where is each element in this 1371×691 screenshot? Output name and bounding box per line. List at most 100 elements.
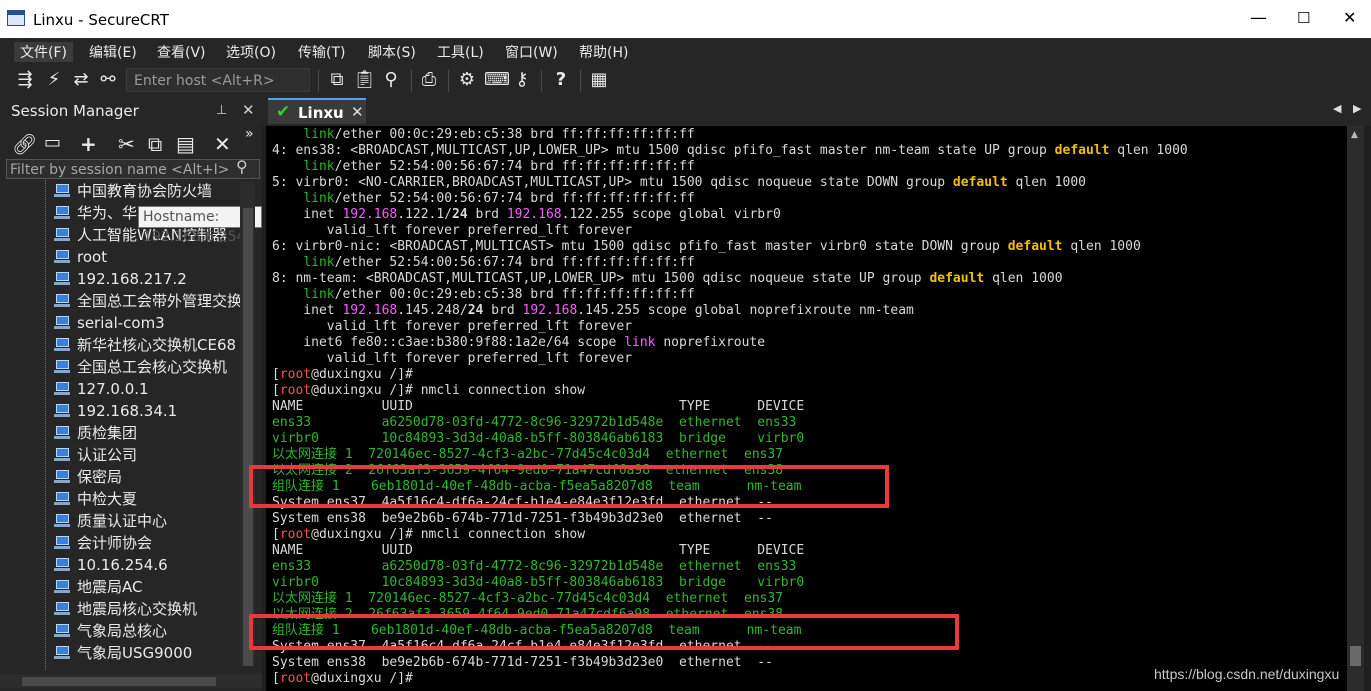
sftp-icon[interactable]: ▦	[588, 69, 610, 91]
menu-script[interactable]: 脚本(S)	[368, 42, 416, 62]
session-item[interactable]: 会计师协会	[54, 532, 240, 554]
session-item[interactable]: 地震局核心交换机	[54, 598, 240, 620]
computer-icon	[54, 492, 70, 505]
panel-close-icon[interactable]: ✕	[242, 101, 255, 119]
session-item[interactable]: 质量认证中心	[54, 510, 240, 532]
cut-icon[interactable]: ✂	[118, 132, 135, 156]
session-item[interactable]: 气象局总核心	[54, 620, 240, 642]
computer-icon	[54, 184, 70, 197]
menu-edit[interactable]: 编辑(E)	[89, 42, 137, 62]
find-icon[interactable]: ⚲	[380, 69, 402, 91]
terminal-line: virbr0 10c84893-3d3d-40a8-b5ff-803846ab6…	[272, 575, 805, 590]
session-item[interactable]: 192.168.34.1	[54, 400, 240, 422]
tree-connector	[45, 180, 47, 670]
window-title: Linxu - SecureCRT	[33, 11, 169, 29]
link-icon[interactable]: 🔗︎	[12, 132, 37, 156]
computer-icon	[54, 580, 70, 593]
session-tab-bar: ✔ Linxu ✕ ◀ ▶	[262, 96, 1371, 126]
tab-close-icon[interactable]: ✕	[351, 103, 364, 121]
keymap-icon[interactable]: ⌨	[484, 69, 510, 91]
reconnect-icon[interactable]: ⇄	[70, 69, 92, 91]
tab-scroll-left-icon[interactable]: ◀	[1333, 102, 1341, 115]
highlight-box	[249, 614, 959, 650]
toolbar-separator	[541, 70, 542, 92]
menu-help[interactable]: 帮助(H)	[579, 42, 628, 62]
paste-icon[interactable]: 📋︎	[353, 69, 376, 91]
session-item[interactable]: 气象局USG9000	[54, 642, 240, 664]
session-item[interactable]: 地震局AC	[54, 576, 240, 598]
settings-gear-icon[interactable]: ⚙	[456, 69, 478, 91]
terminal-output[interactable]: link/ether 00:0c:29:eb:c5:38 brd ff:ff:f…	[266, 126, 1347, 691]
session-item[interactable]: 10.16.254.6	[54, 554, 240, 576]
terminal-line: System ens38 be9e2b6b-674b-771d-7251-f3b…	[272, 511, 773, 526]
close-button[interactable]: ✕	[1343, 8, 1356, 27]
session-item[interactable]: 中检大夏	[54, 488, 240, 510]
terminal-line: 以太网连接 1 720146ec-8527-4cf3-a2bc-77d45c4c…	[272, 447, 784, 462]
session-item[interactable]: 127.0.0.1	[54, 378, 240, 400]
menu-transfer[interactable]: 传输(T)	[298, 42, 345, 62]
session-tree-scroll-thumb[interactable]	[243, 208, 253, 666]
help-icon[interactable]: ?	[550, 69, 572, 91]
session-item[interactable]: 新华社核心交换机CE68	[54, 334, 240, 356]
terminal-line: inet6 fe80::c3ae:b380:9f88:1a2e/64 scope…	[272, 335, 766, 350]
add-session-icon[interactable]: +	[80, 132, 97, 156]
tab-linxu[interactable]: ✔ Linxu ✕	[268, 98, 366, 124]
maximize-button[interactable]: ☐	[1297, 9, 1310, 27]
search-icon[interactable]: ⚲	[236, 157, 248, 176]
session-filter-input[interactable]: Filter by session name <Alt+I>	[6, 159, 260, 179]
copy-icon[interactable]: ⧉	[326, 69, 348, 91]
session-item[interactable]: 中国教育协会防火墙	[54, 180, 240, 202]
delete-session-icon[interactable]: ✕	[214, 132, 231, 156]
terminal-line: link/ether 00:0c:29:eb:c5:38 brd ff:ff:f…	[303, 287, 695, 302]
terminal-line: [root@duxingxu /]#	[272, 671, 413, 686]
session-item[interactable]: 全国总工会核心交换机	[54, 356, 240, 378]
terminal-line: [root@duxingxu /]#	[272, 367, 413, 382]
terminal-line: 8: nm-team: <BROADCAST,MULTICAST,UP,LOWE…	[272, 271, 1063, 286]
toolbar: ⇶ ⚡ ⇄ ⚯ Enter host <Alt+R> ⧉ 📋︎ ⚲ ⎙ ⚙ ⌨ …	[0, 64, 1371, 96]
print-icon[interactable]: ⎙	[418, 69, 440, 91]
session-item[interactable]: 192.168.217.2	[54, 268, 240, 290]
more-tools-icon[interactable]: »	[245, 126, 254, 142]
computer-icon	[54, 558, 70, 571]
terminal-line: 4: ens38: <BROADCAST,MULTICAST,UP,LOWER_…	[272, 143, 1188, 158]
connect-icon[interactable]: ⇶	[14, 69, 36, 91]
menu-options[interactable]: 选项(O)	[226, 42, 276, 62]
key-icon[interactable]: ⚷	[511, 69, 533, 91]
toolbar-separator	[411, 70, 412, 92]
terminal-scrollbar[interactable]: ▲	[1347, 126, 1364, 691]
terminal-scroll-thumb[interactable]	[1350, 646, 1361, 666]
menu-file[interactable]: 文件(F)	[14, 42, 73, 62]
terminal-line: inet 192.168.145.248/24 brd 192.168.145.…	[272, 303, 914, 318]
terminal-line: NAME UUID TYPE DEVICE	[272, 543, 805, 558]
menu-tools[interactable]: 工具(L)	[437, 42, 484, 62]
session-window-icon[interactable]: ▭	[44, 132, 61, 153]
paste-session-icon[interactable]: ▤	[176, 132, 195, 156]
session-item[interactable]: 保密局	[54, 466, 240, 488]
toolbar-separator	[448, 70, 449, 92]
menu-view[interactable]: 查看(V)	[157, 42, 206, 62]
menu-window[interactable]: 窗口(W)	[505, 42, 558, 62]
session-item[interactable]: serial-com3	[54, 312, 240, 334]
copy-session-icon[interactable]: ⧉	[148, 132, 162, 156]
terminal-line: link/ether 52:54:00:56:67:74 brd ff:ff:f…	[303, 159, 695, 174]
session-tree-hscroll-thumb[interactable]	[22, 677, 216, 686]
tab-label: Linxu	[298, 104, 344, 122]
minimize-button[interactable]: —	[1250, 8, 1267, 28]
session-item[interactable]: 认证公司	[54, 444, 240, 466]
quick-connect-icon[interactable]: ⚡	[43, 69, 65, 91]
session-item[interactable]: 质检集团	[54, 422, 240, 444]
pin-icon[interactable]: ⊥	[216, 103, 227, 118]
enter-host-input[interactable]: Enter host <Alt+R>	[126, 68, 310, 92]
terminal-line: ens33 a6250d78-03fd-4772-8c96-32972b1d54…	[272, 415, 797, 430]
terminal-line: valid_lft forever preferred_lft forever	[272, 351, 633, 366]
session-item[interactable]: root	[54, 246, 240, 268]
terminal-line: link/ether 00:0c:29:eb:c5:38 brd ff:ff:f…	[303, 127, 695, 142]
computer-icon	[54, 514, 70, 527]
disconnect-icon[interactable]: ⚯	[97, 69, 119, 91]
scroll-up-icon[interactable]: ▲	[1351, 130, 1358, 140]
tab-scroll-right-icon[interactable]: ▶	[1353, 102, 1361, 115]
computer-icon	[54, 206, 70, 219]
session-item[interactable]: 全国总工会带外管理交换	[54, 290, 240, 312]
menu-bar: 文件(F) 编辑(E) 查看(V) 选项(O) 传输(T) 脚本(S) 工具(L…	[0, 38, 1371, 64]
terminal-line: ens33 a6250d78-03fd-4772-8c96-32972b1d54…	[272, 559, 797, 574]
